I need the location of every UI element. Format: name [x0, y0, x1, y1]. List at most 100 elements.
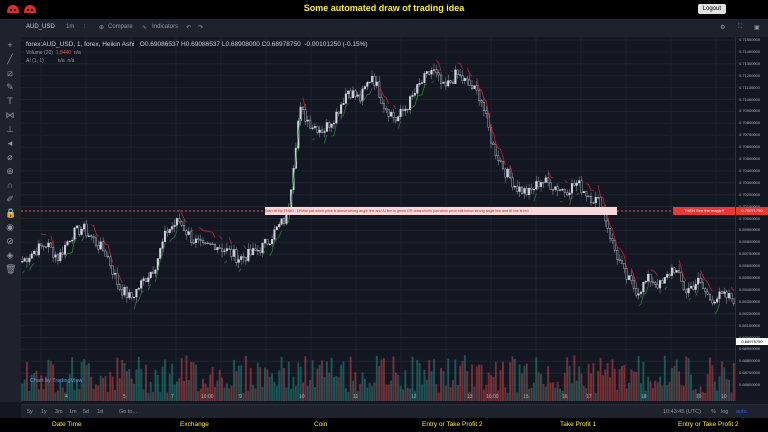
indicators-icon: ∿ [142, 25, 148, 31]
candle-body [649, 273, 652, 283]
price-tick: 0.69400000 [739, 286, 761, 292]
candle-body [271, 239, 274, 245]
candle-body [582, 191, 585, 193]
measure-icon[interactable]: ⌀ [5, 152, 15, 162]
prediction-icon[interactable]: ⊥ [5, 124, 15, 134]
footer-coin: Coin [314, 421, 328, 428]
candle-body [194, 238, 197, 244]
candle-body [506, 168, 509, 178]
candle-body [282, 218, 286, 224]
redo-icon[interactable]: ↷ [198, 24, 203, 31]
candle-body [630, 275, 633, 281]
stay-in-drawing-icon[interactable]: ✐ [5, 194, 15, 204]
chart-style-icon[interactable]: ⫶ [84, 24, 86, 31]
candle-body [699, 277, 702, 283]
candle-body [473, 85, 476, 89]
candle-body [68, 240, 71, 243]
snapshot-icon[interactable]: ▣ [754, 24, 760, 31]
arrow-icon[interactable]: ◂ [5, 138, 15, 148]
price-tick: 0.68900000 [739, 346, 761, 352]
candle-body [716, 298, 719, 303]
range-5y[interactable]: 5y [27, 409, 33, 415]
candle-body [206, 242, 209, 244]
candle-body [49, 242, 52, 248]
range-5d[interactable]: 5d [83, 409, 89, 415]
legend-series-name[interactable]: forex:AUD_USD, 1, forex, Heikin Ashi [26, 41, 134, 48]
candle-body [597, 197, 600, 199]
hide-icon[interactable]: ⊘ [5, 236, 15, 246]
price-tick: 0.69500000 [739, 275, 761, 280]
brush-icon[interactable]: ✎ [5, 82, 15, 92]
undo-icon[interactable]: ↶ [186, 24, 191, 31]
price-tick: 0.68600000 [739, 382, 761, 388]
candle-body [504, 168, 507, 178]
range-1d[interactable]: 1d [97, 409, 103, 415]
interval-select[interactable]: 1m [66, 24, 74, 30]
fullscreen-icon[interactable]: ⛶ [738, 24, 742, 31]
candle-body [23, 258, 26, 262]
pattern-icon[interactable]: ⋈ [5, 110, 15, 120]
candle-body [725, 291, 728, 299]
candle-body [359, 94, 362, 102]
price-tick: 0.71300000 [739, 60, 761, 66]
time-axis[interactable]: 4 5 7 10:00 9 10 11 12 13 16:00 15 16 17 18 19 10 [21, 393, 735, 403]
range-1y[interactable]: 1y [41, 409, 47, 415]
candle-body [173, 225, 176, 227]
candle-body [366, 82, 369, 87]
trash-icon[interactable]: 🗑 [5, 264, 16, 274]
logout-button[interactable]: Logout [697, 4, 726, 14]
candle-body [97, 244, 100, 250]
volume-label[interactable]: Volume (20) [26, 50, 53, 56]
ai-label[interactable]: AI (1, 1) [26, 58, 44, 64]
magnet-icon[interactable]: ∩ [5, 180, 15, 190]
layers-icon[interactable]: ◈ [5, 250, 15, 260]
candle-body [199, 239, 202, 241]
indicators-button[interactable]: Indicators [152, 24, 178, 30]
range-1m[interactable]: 1m [69, 409, 77, 415]
candle-body [687, 288, 690, 294]
lock-icon[interactable]: 🔒 [5, 208, 16, 218]
settings-icon[interactable]: ⚙ [720, 24, 725, 31]
ai-na-2: n/a [67, 58, 75, 64]
tradingview-watermark[interactable]: Chart by TradingView [30, 378, 82, 384]
candle-body [235, 249, 238, 263]
candle-body [133, 296, 136, 299]
crosshair-icon[interactable]: + [5, 40, 15, 50]
price-tick: 0.69100000 [739, 322, 761, 328]
text-icon[interactable]: T [5, 96, 15, 106]
signal-then-label: THEN See the magic!! [673, 207, 735, 215]
candle-body [313, 126, 316, 129]
chart-canvas[interactable] [21, 37, 735, 401]
candle-body [701, 282, 704, 289]
fib-icon[interactable]: ⧄ [5, 68, 15, 78]
price-axis[interactable]: 0.71500000 0.71400000 0.71300000 0.71200000… [735, 37, 768, 401]
footer-date-time: Date Time [52, 421, 82, 428]
eye-icon[interactable]: ◉ [5, 222, 15, 232]
zoom-icon[interactable]: ⊕ [5, 166, 15, 176]
time-tick: 18 [641, 394, 647, 400]
candle-body [482, 101, 485, 111]
candle-body [689, 285, 693, 289]
auto-toggle[interactable]: auto [736, 409, 747, 415]
candle-body [456, 69, 459, 75]
percent-toggle[interactable]: % [711, 409, 716, 415]
candle-body [501, 161, 504, 170]
candle-body [116, 273, 119, 285]
candle-body [254, 248, 257, 251]
candle-body [485, 110, 488, 114]
candle-body [118, 284, 121, 290]
symbol-search[interactable]: AUD_USD [26, 24, 55, 30]
price-tick: 0.70600000 [739, 144, 761, 150]
candle-body [675, 270, 678, 273]
range-3m[interactable]: 3m [55, 409, 63, 415]
trendline-icon[interactable]: ╱ [5, 54, 15, 64]
price-tick: 0.70500000 [739, 156, 761, 161]
goto-button[interactable]: Go to... [119, 409, 137, 415]
log-toggle[interactable]: log [721, 409, 728, 415]
candle-body [394, 117, 397, 122]
candle-body [247, 249, 250, 262]
candle-body [42, 245, 45, 247]
compare-button[interactable]: Compare [108, 24, 133, 30]
price-tick: 0.70900000 [739, 108, 761, 114]
candle-body [268, 243, 271, 245]
